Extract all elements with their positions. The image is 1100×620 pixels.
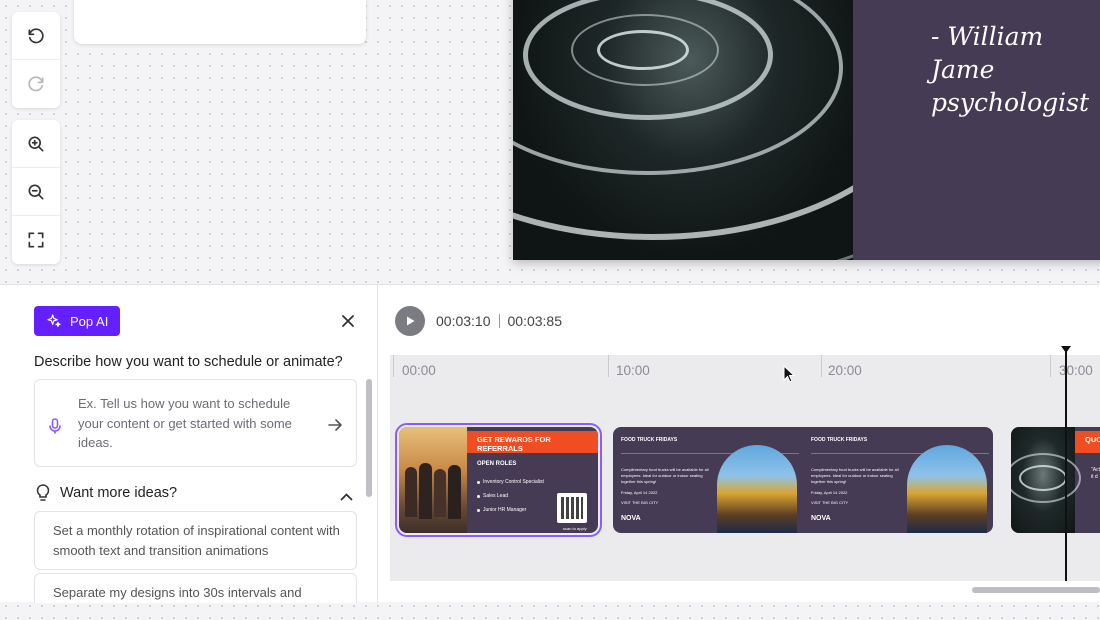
timeline-panel: 00:03:10 00:03:85 00:00 10:00 20:00 30:0… [379,285,1100,603]
ruler-tick [608,355,609,377]
close-button[interactable] [338,311,358,331]
ai-prompt-title: Describe how you want to schedule or ani… [34,354,343,370]
role-item: Sales Lead [483,493,509,499]
microphone-icon[interactable] [48,418,62,439]
nova-logo: NOVA [621,515,641,522]
history-toolbar [12,12,60,108]
timeline-clip-referrals[interactable]: GET REWARDS FOR REFERRALS OPEN ROLES Inv… [395,423,602,537]
timeline-clip-quote[interactable]: QUO "Act it d [1011,427,1100,533]
mouse-cursor-icon [783,365,795,383]
ai-assistant-panel: Pop AI Describe how you want to schedule… [0,285,378,603]
ruler-label: 00:00 [402,363,436,378]
prompt-placeholder: Ex. Tell us how you want to schedule you… [78,396,292,450]
fit-screen-icon [28,232,44,248]
idea-suggestion[interactable]: Separate my designs into 30s intervals a… [34,573,357,603]
qr-caption: scan to apply [563,526,587,531]
food-truck-photo [717,445,797,533]
timeline-track[interactable]: 00:00 10:00 20:00 30:00 GET REWARDS FOR … [390,355,1100,581]
undo-button[interactable] [12,12,60,60]
total-time: 00:03:85 [507,313,563,329]
quote-attribution: - William Jame psychologist [931,22,1090,117]
food-truck-page: FOOD TRUCK FRIDAYS Complimentary food tr… [803,427,993,533]
floating-card [74,0,366,44]
food-truck-body: Complimentary food trucks will be availa… [811,467,899,484]
playhead[interactable] [1065,349,1067,581]
food-truck-date: Friday, April 14 2022 [621,490,658,495]
referral-banner: GET REWARDS FOR REFERRALS [467,431,598,453]
food-truck-heading: FOOD TRUCK FRIDAYS [621,437,678,443]
arrow-right-icon[interactable] [327,418,343,437]
ruler-label: 10:00 [616,363,650,378]
current-time: 00:03:10 [436,313,491,329]
quote-banner: QUO [1075,431,1100,453]
time-separator [498,314,500,328]
zoom-out-icon [28,184,44,199]
pop-ai-label: Pop AI [70,313,109,329]
ruler-tick [821,355,822,377]
ruler-label: 20:00 [828,363,862,378]
schedule-panel: Pop AI Describe how you want to schedule… [0,284,1100,603]
zoom-toolbar [12,120,60,264]
food-truck-date: Friday, April 14 2022 [811,490,848,495]
chevron-up-icon[interactable] [340,488,353,506]
zoom-out-button[interactable] [12,168,60,216]
redo-button[interactable] [12,60,60,108]
play-button[interactable] [395,306,425,336]
quote-snippet: "Act it d [1091,467,1100,480]
close-icon [342,315,354,327]
fit-screen-button[interactable] [12,216,60,264]
slide-preview[interactable]: - William Jame psychologist [513,0,1100,260]
lightbulb-icon [36,484,50,501]
role-item: Inventory Control Specialist [483,479,544,485]
quote-panel: - William Jame psychologist [853,0,1100,260]
role-item: Junior HR Manager [483,507,527,513]
food-truck-body: Complimentary food trucks will be availa… [621,467,709,484]
ideas-toggle[interactable]: Want more ideas? [36,484,177,502]
ai-panel-scrollbar[interactable] [366,379,372,497]
food-truck-heading: FOOD TRUCK FRIDAYS [811,437,868,443]
group-photo [399,427,467,533]
open-roles-heading: OPEN ROLES [477,461,517,467]
water-drop-photo [513,0,853,260]
redo-icon [28,76,44,92]
qr-code [557,493,587,523]
sparkle-icon [47,314,61,327]
idea-suggestion[interactable]: Set a monthly rotation of inspirational … [34,511,357,570]
nova-logo: NOVA [811,515,831,522]
pop-ai-button[interactable]: Pop AI [34,306,121,336]
zoom-in-button[interactable] [12,120,60,168]
food-truck-cta: VISIT THE BIG CITY [621,500,659,505]
ruler-tick [1050,355,1051,377]
ruler-tick [393,355,394,377]
food-truck-photo [907,445,987,533]
undo-icon [28,27,44,43]
zoom-in-icon [28,136,44,151]
prompt-input[interactable]: Ex. Tell us how you want to schedule you… [34,379,357,467]
play-icon [407,316,415,326]
timeline-clip-food-truck[interactable]: FOOD TRUCK FRIDAYS Complimentary food tr… [613,427,993,533]
timeline-scrollbar[interactable] [972,587,1100,593]
food-truck-page: FOOD TRUCK FRIDAYS Complimentary food tr… [613,427,803,533]
ideas-heading: Want more ideas? [60,485,178,501]
time-display: 00:03:10 00:03:85 [436,313,562,329]
food-truck-cta: VISIT THE BIG CITY [811,500,849,505]
